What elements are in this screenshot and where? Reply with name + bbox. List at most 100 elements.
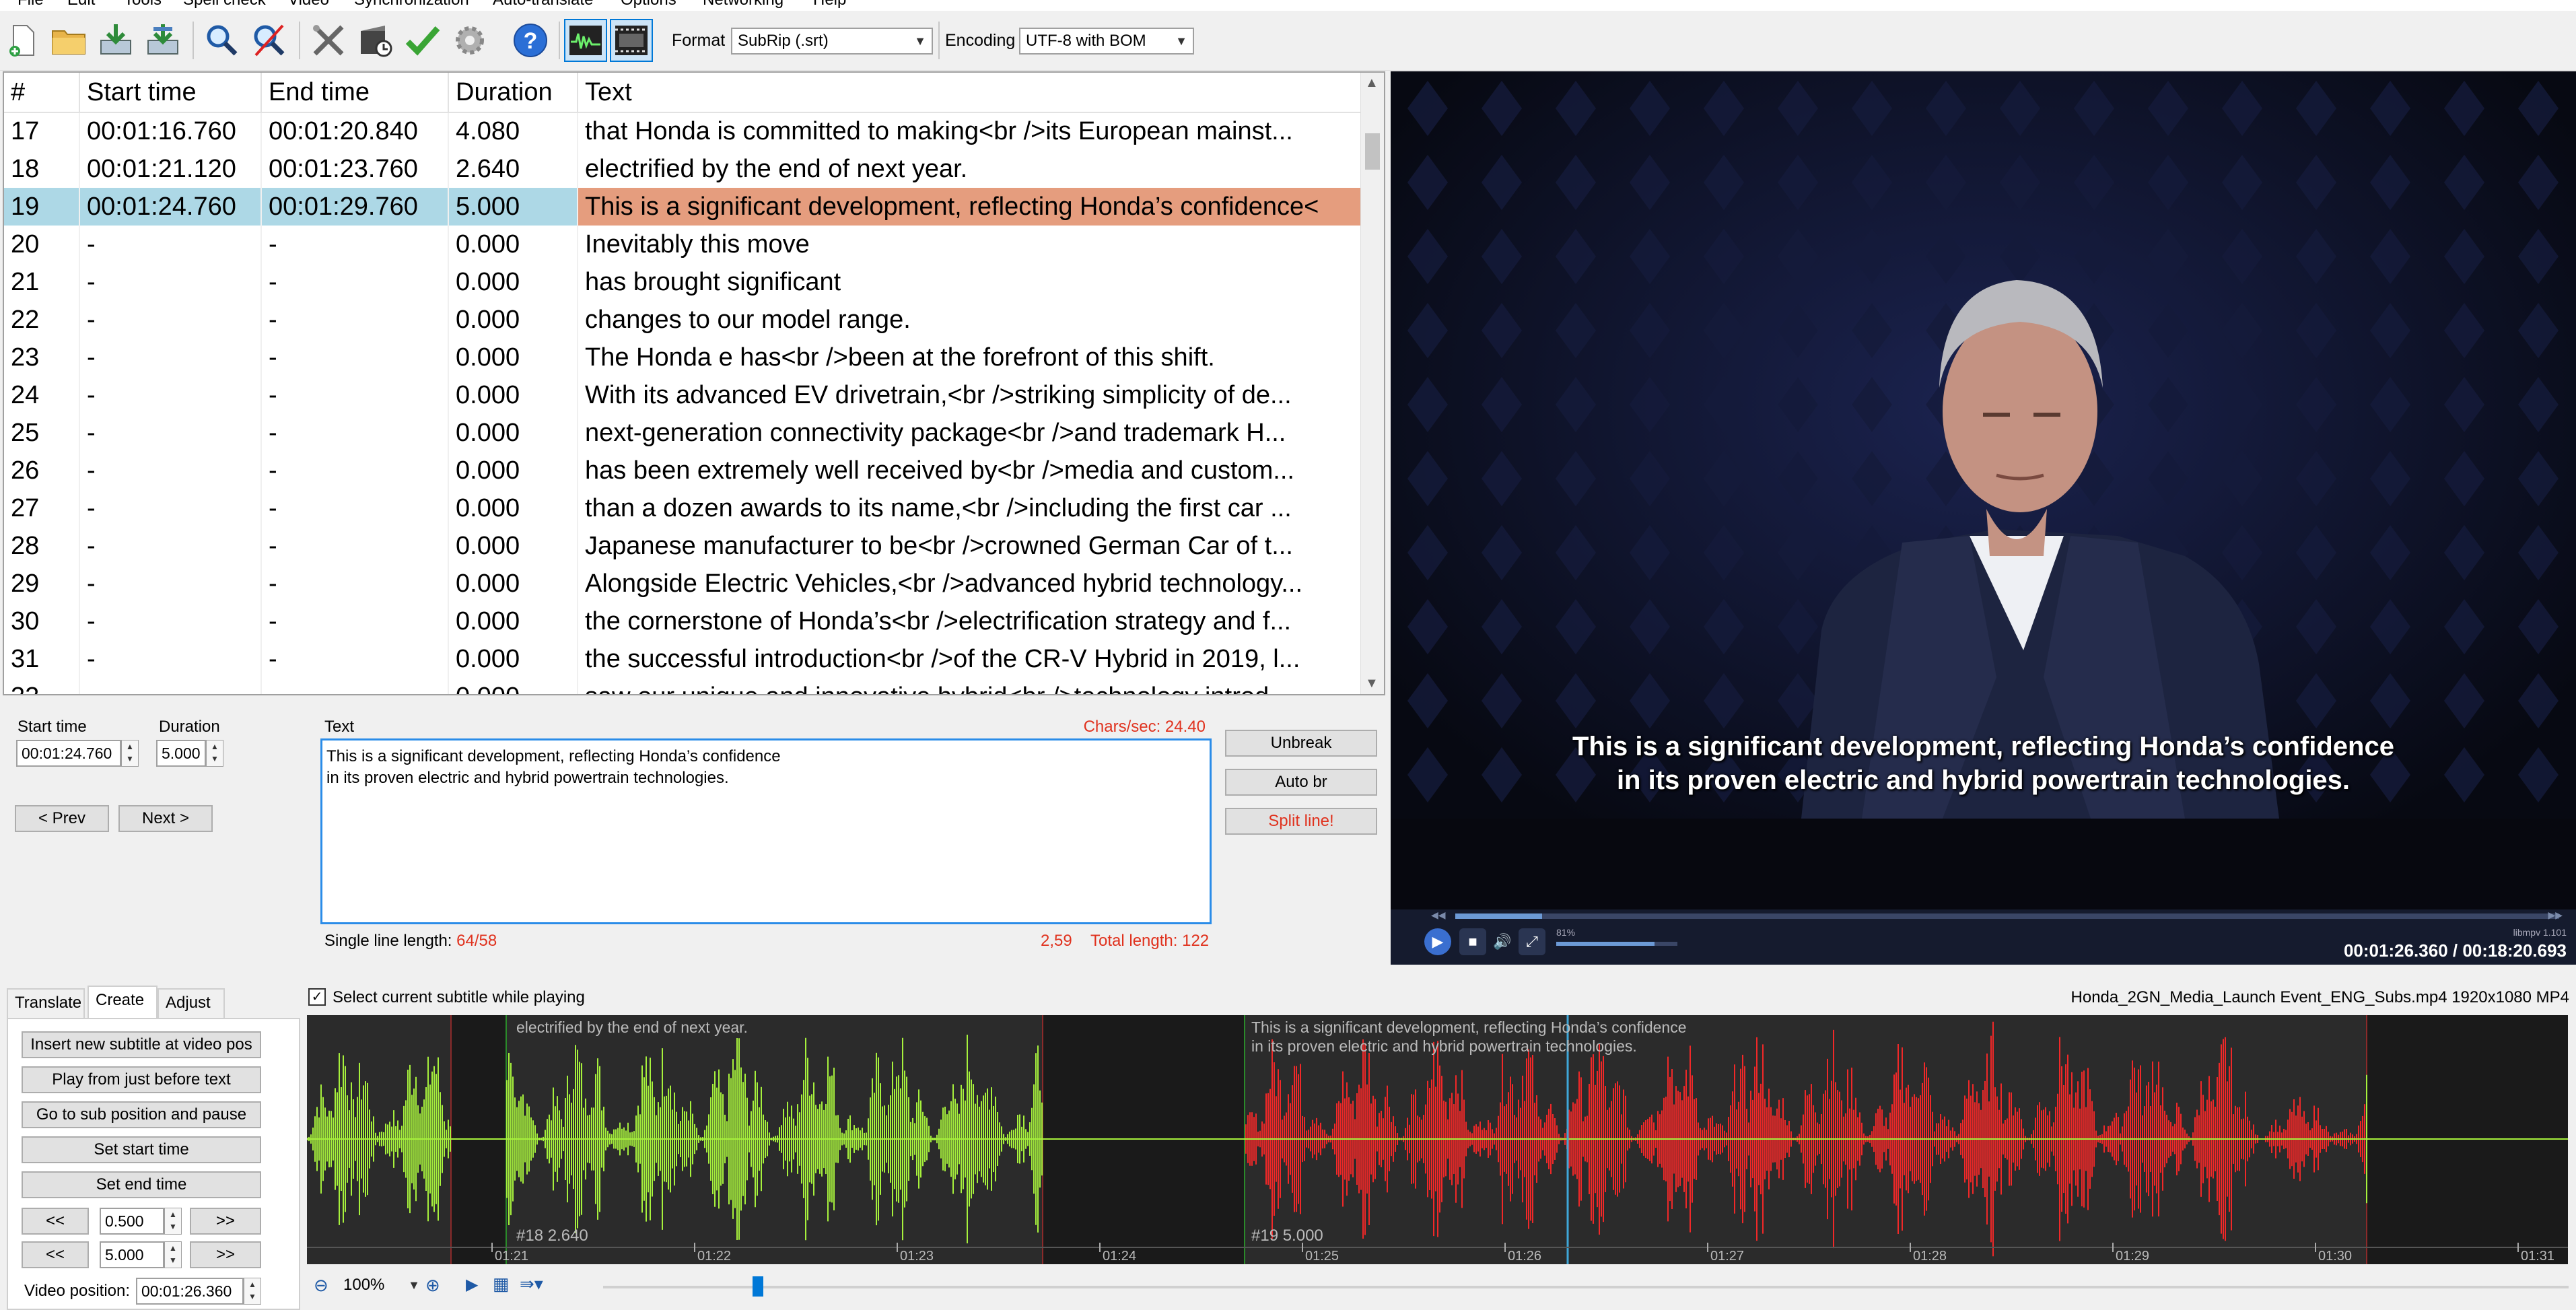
table-row[interactable]: 23- -0.000 The Honda e has<br />been at th… xyxy=(4,339,1363,376)
video-position-input[interactable]: 00:01:26.360 xyxy=(136,1278,244,1305)
next-button[interactable]: Next > xyxy=(118,805,213,832)
tab-adjust[interactable]: Adjust xyxy=(158,988,225,1018)
step-forward-button-1[interactable]: >> xyxy=(190,1208,261,1235)
volume-icon[interactable]: 🔊 xyxy=(1489,928,1516,955)
step-back-button-2[interactable]: << xyxy=(22,1241,89,1268)
rewind-icon[interactable]: ◀◀ xyxy=(1431,909,1446,921)
unbreak-button[interactable]: Unbreak xyxy=(1225,730,1377,757)
play-from-before-text-button[interactable]: Play from just before text xyxy=(22,1066,261,1093)
step-input-2[interactable]: 5.000 xyxy=(100,1241,164,1268)
waveform-toggle-icon[interactable] xyxy=(564,19,607,62)
waveform-options-icon[interactable]: ⇛▾ xyxy=(520,1274,543,1295)
menu-options[interactable]: Options xyxy=(621,0,676,9)
step-stepper-2[interactable]: ▲ ▼ xyxy=(164,1241,182,1268)
video-progress-track[interactable] xyxy=(1455,913,2559,919)
column-header-end-time[interactable]: End time xyxy=(261,73,449,113)
stop-icon[interactable]: ■ xyxy=(1459,928,1486,955)
prev-button[interactable]: < Prev xyxy=(15,805,109,832)
fix-common-errors-icon[interactable] xyxy=(307,19,350,62)
waveform-position-thumb[interactable] xyxy=(753,1276,763,1297)
fast-forward-icon[interactable]: ▶▶ xyxy=(2548,909,2563,921)
table-row[interactable]: 30- -0.000 the cornerstone of Honda’s<br /… xyxy=(4,602,1363,640)
find-icon[interactable] xyxy=(201,19,244,62)
waveform-grid-icon[interactable]: ▦ xyxy=(493,1274,510,1295)
split-line-button[interactable]: Split line! xyxy=(1225,808,1377,835)
replace-icon[interactable] xyxy=(248,19,291,62)
table-row[interactable]: 21- -0.000 has brought significant xyxy=(4,263,1363,301)
insert-subtitle-at-video-pos-button[interactable]: Insert new subtitle at video pos xyxy=(22,1031,261,1058)
zoom-out-icon[interactable]: ⊖ xyxy=(314,1275,328,1296)
zoom-in-icon[interactable]: ⊕ xyxy=(425,1275,440,1296)
table-row[interactable]: 32--0.000saw our unique and innovative h… xyxy=(4,678,1363,694)
menu-video[interactable]: Video xyxy=(288,0,329,9)
scroll-up-icon[interactable]: ▲ xyxy=(1365,75,1379,91)
new-file-icon[interactable] xyxy=(1,19,44,62)
table-row[interactable]: 29- -0.000 Alongside Electric Vehicles,<br… xyxy=(4,565,1363,602)
column-header-duration[interactable]: Duration xyxy=(448,73,578,113)
scroll-down-icon[interactable]: ▼ xyxy=(1365,676,1379,691)
table-row[interactable]: 19 00:01:24.760 00:01:29.760 5.000 This is a… xyxy=(4,188,1363,226)
settings-icon[interactable] xyxy=(448,19,491,62)
play-selection-icon[interactable]: ▶ xyxy=(466,1275,478,1295)
visual-sync-icon[interactable] xyxy=(354,19,397,62)
step-stepper-1[interactable]: ▲ ▼ xyxy=(164,1208,182,1235)
menu-file[interactable]: File xyxy=(18,0,44,9)
menu-spell-check[interactable]: Spell check xyxy=(183,0,266,9)
step-forward-button-2[interactable]: >> xyxy=(190,1241,261,1268)
select-current-subtitle-checkbox[interactable]: ✓ xyxy=(308,988,326,1006)
auto-br-button[interactable]: Auto br xyxy=(1225,769,1377,796)
tab-create[interactable]: Create xyxy=(88,986,158,1018)
step-input-1[interactable]: 0.500 xyxy=(100,1208,164,1235)
play-icon[interactable]: ▶ xyxy=(1424,928,1451,955)
menu-help[interactable]: Help xyxy=(813,0,846,9)
subtitle-text-editor[interactable]: This is a significant development, refle… xyxy=(320,738,1212,924)
open-folder-icon[interactable] xyxy=(47,19,90,62)
set-end-time-button[interactable]: Set end time xyxy=(22,1171,261,1198)
table-row[interactable]: 28- -0.000 Japanese manufacturer to be<br … xyxy=(4,527,1363,565)
scrollbar-thumb[interactable] xyxy=(1365,133,1380,170)
download-icon[interactable] xyxy=(94,19,137,62)
start-time-stepper[interactable]: ▲ ▼ xyxy=(121,740,139,767)
menu-auto-translate[interactable]: Auto-translate xyxy=(493,0,593,9)
start-time-input[interactable]: 00:01:24.760 xyxy=(16,740,121,767)
table-row[interactable]: 18 00:01:21.120 00:01:23.760 2.640 electrifi… xyxy=(4,150,1363,188)
subtitle-list-scrollbar[interactable]: ▲ ▼ xyxy=(1360,73,1384,694)
save-icon[interactable] xyxy=(141,19,184,62)
menu-networking[interactable]: Networking xyxy=(703,0,784,9)
menu-edit[interactable]: Edit xyxy=(67,0,95,9)
menu-synchronization[interactable]: Synchronization xyxy=(354,0,469,9)
table-row[interactable]: 22- -0.000 changes to our model range. xyxy=(4,301,1363,339)
table-row[interactable]: 26- -0.000 has been extremely well receive… xyxy=(4,452,1363,489)
step-back-button-1[interactable]: << xyxy=(22,1208,89,1235)
fullscreen-icon[interactable]: ⤢ xyxy=(1519,928,1545,955)
table-row[interactable]: 17 00:01:16.760 00:01:20.840 4.080 that Hond… xyxy=(4,112,1363,150)
subtitle-list[interactable]: # Start time End time Duration Text 17 00… xyxy=(3,71,1385,695)
table-row[interactable]: 24- -0.000 With its advanced EV drivetrain… xyxy=(4,376,1363,414)
volume-slider[interactable] xyxy=(1556,942,1677,946)
help-icon[interactable]: ? xyxy=(509,19,552,62)
format-select[interactable]: SubRip (.srt) ▼ xyxy=(731,28,933,55)
zoom-select[interactable]: 100% ▼ xyxy=(338,1274,425,1299)
table-row[interactable]: 31- -0.000 the successful introduction<br … xyxy=(4,640,1363,678)
go-to-sub-position-button[interactable]: Go to sub position and pause xyxy=(22,1101,261,1128)
table-row[interactable]: 27- -0.000 than a dozen awards to its name… xyxy=(4,489,1363,527)
table-row[interactable]: 20- -0.000 Inevitably this move xyxy=(4,226,1363,263)
duration-stepper[interactable]: ▲ ▼ xyxy=(206,740,223,767)
duration-input[interactable]: 5.000 xyxy=(156,740,206,767)
audio-waveform[interactable]: 01:21 01:22 01:23 01:24 01:25 01:26 01:27 01:28… xyxy=(307,1015,2568,1264)
set-start-time-button[interactable]: Set start time xyxy=(22,1136,261,1163)
spell-check-icon[interactable] xyxy=(401,19,444,62)
video-player[interactable]: This is a significant development, refle… xyxy=(1391,71,2576,909)
encoding-select[interactable]: UTF-8 with BOM ▼ xyxy=(1019,28,1194,55)
video-toggle-icon[interactable] xyxy=(610,19,653,62)
column-header-text[interactable]: Text xyxy=(578,73,1363,113)
column-header-number[interactable]: # xyxy=(4,73,80,113)
menu-tools[interactable]: Tools xyxy=(124,0,162,9)
video-position-stepper[interactable]: ▲ ▼ xyxy=(244,1278,261,1305)
cell-end-time: - xyxy=(261,678,449,694)
tab-translate[interactable]: Translate xyxy=(7,988,85,1018)
waveform-position-slider[interactable] xyxy=(603,1286,2569,1288)
table-row[interactable]: 25- -0.000 next-generation connectivity pa… xyxy=(4,414,1363,452)
column-header-start-time[interactable]: Start time xyxy=(79,73,262,113)
waveform-tick-label: 01:25 xyxy=(1305,1249,1339,1264)
